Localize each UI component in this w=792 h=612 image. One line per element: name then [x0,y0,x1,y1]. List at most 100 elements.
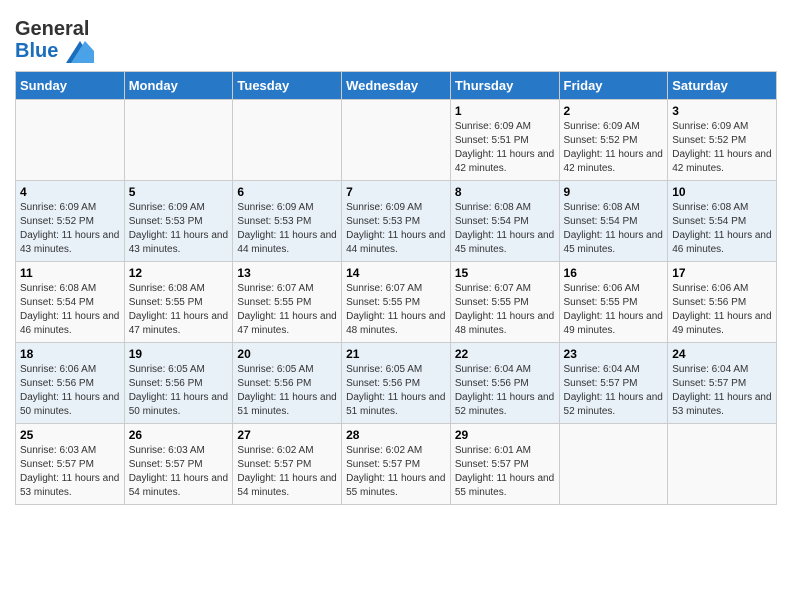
logo-icon [66,41,94,63]
header: General Blue [15,10,777,63]
day-cell: 3 Sunrise: 6:09 AMSunset: 5:52 PMDaylight… [668,99,777,180]
day-cell: 25 Sunrise: 6:03 AMSunset: 5:57 PMDayligh… [16,423,125,504]
day-number: 1 [455,104,555,118]
day-number: 23 [564,347,664,361]
day-cell: 22 Sunrise: 6:04 AMSunset: 5:56 PMDayligh… [450,342,559,423]
calendar-table: SundayMondayTuesdayWednesdayThursdayFrid… [15,71,777,505]
header-day-friday: Friday [559,71,668,99]
day-number: 16 [564,266,664,280]
logo-blue: Blue [15,40,58,62]
day-info: Sunrise: 6:09 AMSunset: 5:53 PMDaylight:… [237,201,337,257]
day-info: Sunrise: 6:09 AMSunset: 5:52 PMDaylight:… [20,201,120,257]
week-row-5: 25 Sunrise: 6:03 AMSunset: 5:57 PMDayligh… [16,423,777,504]
header-day-sunday: Sunday [16,71,125,99]
day-cell: 27Sunrise: 6:02 AMSunset: 5:57 PMDayligh… [233,423,342,504]
day-cell: 14Sunrise: 6:07 AMSunset: 5:55 PMDayligh… [342,261,451,342]
day-info: Sunrise: 6:04 AMSunset: 5:57 PMDaylight:… [672,363,772,419]
day-cell: 13 Sunrise: 6:07 AMSunset: 5:55 PMDayligh… [233,261,342,342]
day-cell: 23Sunrise: 6:04 AMSunset: 5:57 PMDayligh… [559,342,668,423]
day-number: 6 [237,185,337,199]
week-row-4: 18 Sunrise: 6:06 AMSunset: 5:56 PMDayligh… [16,342,777,423]
day-cell: 8Sunrise: 6:08 AMSunset: 5:54 PMDaylight… [450,180,559,261]
header-day-wednesday: Wednesday [342,71,451,99]
day-cell: 9 Sunrise: 6:08 AMSunset: 5:54 PMDaylight… [559,180,668,261]
day-cell: 28 Sunrise: 6:02 AMSunset: 5:57 PMDayligh… [342,423,451,504]
day-info: Sunrise: 6:08 AMSunset: 5:54 PMDaylight:… [672,201,772,257]
day-number: 22 [455,347,555,361]
day-cell: 10 Sunrise: 6:08 AMSunset: 5:54 PMDayligh… [668,180,777,261]
day-number: 10 [672,185,772,199]
day-number: 20 [237,347,337,361]
day-info: Sunrise: 6:08 AMSunset: 5:54 PMDaylight:… [564,201,664,257]
day-number: 25 [20,428,120,442]
day-info: Sunrise: 6:03 AMSunset: 5:57 PMDaylight:… [20,444,120,500]
day-cell [16,99,125,180]
day-number: 2 [564,104,664,118]
day-info: Sunrise: 6:05 AMSunset: 5:56 PMDaylight:… [237,363,337,419]
day-number: 15 [455,266,555,280]
day-info: Sunrise: 6:05 AMSunset: 5:56 PMDaylight:… [346,363,446,419]
day-info: Sunrise: 6:05 AMSunset: 5:56 PMDaylight:… [129,363,229,419]
day-number: 21 [346,347,446,361]
day-number: 29 [455,428,555,442]
day-info: Sunrise: 6:01 AMSunset: 5:57 PMDaylight:… [455,444,555,500]
day-cell: 29 Sunrise: 6:01 AMSunset: 5:57 PMDayligh… [450,423,559,504]
day-info: Sunrise: 6:09 AMSunset: 5:52 PMDaylight:… [672,120,772,176]
day-info: Sunrise: 6:02 AMSunset: 5:57 PMDaylight:… [346,444,446,500]
day-info: Sunrise: 6:09 AMSunset: 5:53 PMDaylight:… [129,201,229,257]
day-info: Sunrise: 6:09 AMSunset: 5:51 PMDaylight:… [455,120,555,176]
day-info: Sunrise: 6:07 AMSunset: 5:55 PMDaylight:… [346,282,446,338]
day-cell: 17 Sunrise: 6:06 AMSunset: 5:56 PMDayligh… [668,261,777,342]
day-number: 8 [455,185,555,199]
day-info: Sunrise: 6:08 AMSunset: 5:55 PMDaylight:… [129,282,229,338]
day-cell: 20 Sunrise: 6:05 AMSunset: 5:56 PMDayligh… [233,342,342,423]
header-day-saturday: Saturday [668,71,777,99]
week-row-1: 1 Sunrise: 6:09 AMSunset: 5:51 PMDaylight… [16,99,777,180]
day-number: 27 [237,428,337,442]
day-info: Sunrise: 6:08 AMSunset: 5:54 PMDaylight:… [20,282,120,338]
day-cell: 16Sunrise: 6:06 AMSunset: 5:55 PMDayligh… [559,261,668,342]
day-info: Sunrise: 6:06 AMSunset: 5:56 PMDaylight:… [20,363,120,419]
day-cell [233,99,342,180]
day-cell [342,99,451,180]
day-info: Sunrise: 6:04 AMSunset: 5:56 PMDaylight:… [455,363,555,419]
day-number: 28 [346,428,446,442]
day-number: 13 [237,266,337,280]
week-row-2: 4 Sunrise: 6:09 AMSunset: 5:52 PMDaylight… [16,180,777,261]
day-number: 9 [564,185,664,199]
day-cell: 24Sunrise: 6:04 AMSunset: 5:57 PMDayligh… [668,342,777,423]
day-number: 3 [672,104,772,118]
day-cell: 11Sunrise: 6:08 AMSunset: 5:54 PMDayligh… [16,261,125,342]
day-info: Sunrise: 6:09 AMSunset: 5:53 PMDaylight:… [346,201,446,257]
day-cell: 4 Sunrise: 6:09 AMSunset: 5:52 PMDaylight… [16,180,125,261]
header-day-monday: Monday [124,71,233,99]
logo-general: General [15,18,89,40]
header-row: SundayMondayTuesdayWednesdayThursdayFrid… [16,71,777,99]
day-cell [668,423,777,504]
header-day-thursday: Thursday [450,71,559,99]
week-row-3: 11Sunrise: 6:08 AMSunset: 5:54 PMDayligh… [16,261,777,342]
day-info: Sunrise: 6:03 AMSunset: 5:57 PMDaylight:… [129,444,229,500]
day-number: 7 [346,185,446,199]
day-cell [559,423,668,504]
logo: General Blue [15,18,94,63]
day-cell: 15 Sunrise: 6:07 AMSunset: 5:55 PMDayligh… [450,261,559,342]
day-info: Sunrise: 6:07 AMSunset: 5:55 PMDaylight:… [455,282,555,338]
day-info: Sunrise: 6:09 AMSunset: 5:52 PMDaylight:… [564,120,664,176]
day-number: 17 [672,266,772,280]
day-number: 19 [129,347,229,361]
day-cell: 21 Sunrise: 6:05 AMSunset: 5:56 PMDayligh… [342,342,451,423]
day-number: 4 [20,185,120,199]
day-number: 18 [20,347,120,361]
day-number: 5 [129,185,229,199]
day-info: Sunrise: 6:07 AMSunset: 5:55 PMDaylight:… [237,282,337,338]
day-info: Sunrise: 6:06 AMSunset: 5:56 PMDaylight:… [672,282,772,338]
day-cell: 1 Sunrise: 6:09 AMSunset: 5:51 PMDaylight… [450,99,559,180]
day-number: 12 [129,266,229,280]
day-cell: 5 Sunrise: 6:09 AMSunset: 5:53 PMDaylight… [124,180,233,261]
day-cell: 12 Sunrise: 6:08 AMSunset: 5:55 PMDayligh… [124,261,233,342]
day-cell: 26Sunrise: 6:03 AMSunset: 5:57 PMDayligh… [124,423,233,504]
day-cell [124,99,233,180]
logo-text: General Blue [15,18,94,63]
day-cell: 7 Sunrise: 6:09 AMSunset: 5:53 PMDaylight… [342,180,451,261]
